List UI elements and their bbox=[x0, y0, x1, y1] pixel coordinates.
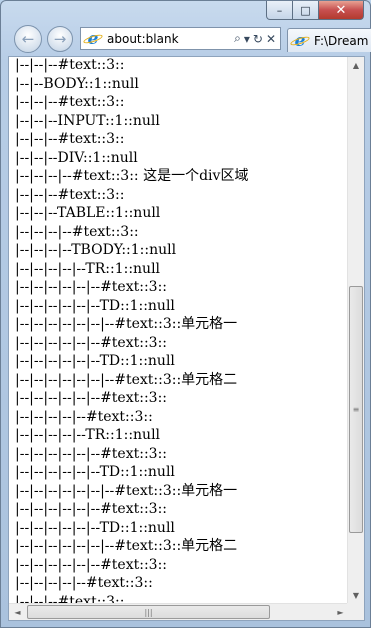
vertical-scrollbar[interactable]: ▲ ≡ ▼ bbox=[347, 57, 364, 604]
back-arrow-icon: ← bbox=[21, 30, 35, 48]
minimize-button[interactable]: – bbox=[266, 1, 293, 20]
horizontal-scroll-thumb[interactable]: ||| bbox=[27, 605, 270, 619]
scroll-left-arrow[interactable]: ◄ bbox=[9, 604, 26, 620]
dom-tree-line: |--|--|--|--|--|--#text::3:: bbox=[15, 445, 168, 462]
dom-tree-line: |--|--|--|--#text::3:: bbox=[15, 223, 139, 240]
dom-tree-line: |--|--|--|--|--|--#text::3:: bbox=[15, 390, 168, 406]
dropdown-icon[interactable]: ▾ bbox=[244, 32, 250, 46]
tab-title: F:\Dream bbox=[314, 33, 369, 48]
page-viewport: |--|--|--#text::3:: |--|--BODY::1::null|-… bbox=[8, 56, 365, 621]
dom-tree-line: |--|--|--|--|--|--#text::3:: bbox=[15, 334, 168, 351]
thumb-grip-icon: ≡ bbox=[352, 405, 360, 414]
dom-tree-line: |--|--|--|--|--|--TD::1::null bbox=[15, 464, 175, 480]
scroll-up-arrow[interactable]: ▲ bbox=[348, 57, 364, 74]
dom-tree-line: |--|--|--|--|--|--|--#text::3::单元格一 bbox=[15, 316, 238, 332]
search-icon[interactable]: ⌕ bbox=[234, 31, 241, 46]
address-tools: ⌕ ▾ ↻ ✕ bbox=[234, 31, 276, 46]
dom-tree-line: |--|--|--|--|--|--#text::3:: bbox=[15, 279, 168, 295]
dom-tree-line: |--|--BODY::1::null bbox=[15, 75, 139, 92]
dom-tree-line: |--|--|--|--|--|--TD::1::null bbox=[15, 519, 175, 536]
dom-tree-line: |--|--|--|--|--#text::3:: bbox=[15, 575, 153, 591]
dom-tree-line: |--|--|--|--|--|--TD::1::null bbox=[15, 353, 175, 369]
dom-tree-line: |--|--|--|--TBODY::1::null bbox=[15, 242, 177, 258]
vertical-scroll-thumb[interactable]: ≡ bbox=[349, 286, 363, 533]
dom-tree-line: |--|--|--|--|--|--|--#text::3::单元格一 bbox=[15, 482, 238, 499]
horizontal-scrollbar[interactable]: ◄ ||| ► bbox=[9, 603, 349, 620]
dom-tree-line: |--|--|--|--|--#text::3:: bbox=[15, 408, 153, 425]
close-window-button[interactable]: ✕ bbox=[319, 1, 364, 20]
address-bar[interactable]: e about:blank ⌕ ▾ ↻ ✕ bbox=[80, 27, 281, 50]
dom-tree-line: |--|--|--|--|--TR::1::null bbox=[15, 427, 161, 443]
thumb-grip-icon: ||| bbox=[144, 607, 153, 617]
refresh-icon[interactable]: ↻ bbox=[253, 32, 263, 46]
maximize-button[interactable]: □ bbox=[293, 1, 319, 20]
dom-tree-line: |--|--|--#text::3:: bbox=[15, 94, 125, 110]
dom-tree-output: |--|--|--#text::3:: |--|--BODY::1::null|-… bbox=[15, 57, 345, 611]
dom-tree-line: |--|--|--|--|--|--TD::1::null bbox=[15, 297, 175, 314]
dom-tree-line: |--|--|--|--|--|--#text::3:: bbox=[15, 501, 168, 517]
dom-tree-line: |--|--|--INPUT::1::null bbox=[15, 112, 160, 129]
dom-tree-line: |--|--|--TABLE::1::null bbox=[15, 205, 161, 221]
dom-tree-line: |--|--|--|--|--|--|--#text::3::单元格二 bbox=[15, 538, 238, 554]
dom-tree-line: |--|--|--|--|--|--|--#text::3::单元格二 bbox=[15, 371, 238, 388]
dom-tree-line: |--|--|--|--|--|--#text::3:: bbox=[15, 556, 168, 573]
stop-icon[interactable]: ✕ bbox=[266, 32, 276, 46]
dom-tree-line: |--|--|--|--|--TR::1::null bbox=[15, 260, 161, 277]
dom-tree-line: |--|--|--#text::3:: bbox=[15, 57, 125, 73]
browser-window: – □ ✕ ← → e about:blank ⌕ ▾ ↻ ✕ e F:\Dre… bbox=[0, 0, 371, 628]
ie-page-icon: e bbox=[85, 30, 101, 47]
dom-tree-line: |--|--|--#text::3:: bbox=[15, 186, 125, 203]
dom-tree-line: |--|--|--|--#text::3:: 这是一个div区域 bbox=[15, 168, 249, 184]
forward-button[interactable]: → bbox=[47, 26, 73, 52]
tab-ie-icon: e bbox=[292, 32, 308, 49]
window-caption-buttons: – □ ✕ bbox=[266, 1, 364, 21]
back-button[interactable]: ← bbox=[14, 25, 42, 53]
browser-tab[interactable]: e F:\Dream bbox=[287, 28, 371, 52]
scrollbar-corner bbox=[347, 603, 364, 620]
dom-tree-line: |--|--|--#text::3:: bbox=[15, 131, 125, 147]
forward-arrow-icon: → bbox=[53, 30, 67, 48]
address-url[interactable]: about:blank bbox=[107, 32, 234, 46]
dom-tree-line: |--|--|--DIV::1::null bbox=[15, 149, 138, 166]
scroll-down-arrow[interactable]: ▼ bbox=[348, 587, 364, 604]
